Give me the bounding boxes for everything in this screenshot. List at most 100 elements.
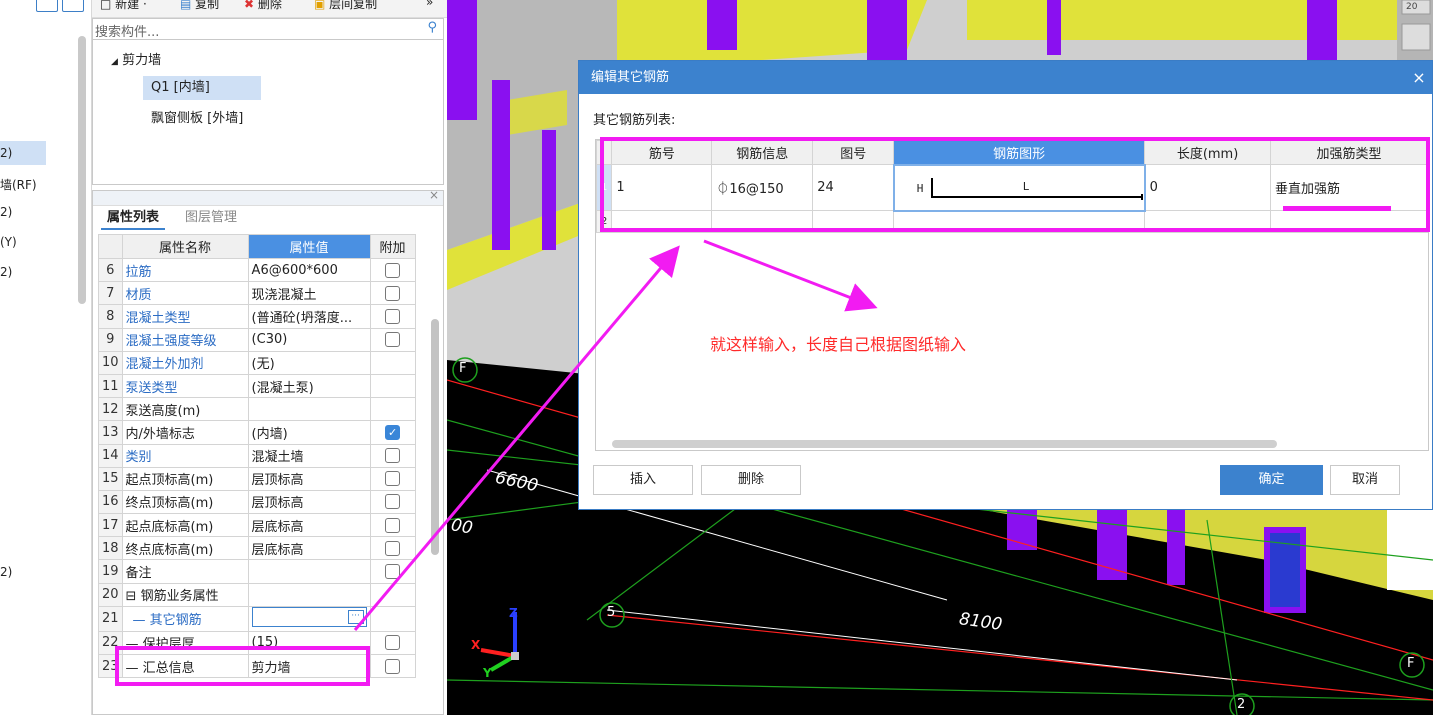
property-value-cell[interactable]: ··· — [247, 605, 371, 632]
checkbox[interactable] — [385, 332, 401, 348]
checkbox[interactable] — [385, 471, 401, 487]
toolbar-more-icon[interactable]: » — [426, 0, 433, 9]
property-value[interactable]: 现浇混凝土 — [252, 288, 317, 303]
property-value[interactable]: (内墙) — [252, 427, 288, 442]
tab-layer-management[interactable]: 图层管理 — [179, 206, 243, 230]
property-value[interactable]: (混凝土泵) — [252, 381, 314, 396]
row-number: 16 — [98, 489, 123, 515]
checkbox[interactable] — [385, 262, 401, 278]
property-value-cell[interactable]: 层底标高 — [247, 513, 371, 538]
property-row[interactable]: 10 混凝土外加剂 (无) — [98, 350, 416, 375]
property-value[interactable]: A6@600*600 — [252, 263, 338, 278]
left-item-4[interactable]: (Y) — [0, 235, 17, 249]
checkbox[interactable] — [385, 658, 401, 674]
property-value-cell[interactable]: 层顶标高 — [247, 466, 371, 491]
property-value-cell[interactable]: (内墙) — [247, 420, 371, 445]
property-value[interactable]: (C30) — [252, 332, 288, 347]
property-row[interactable]: 12 泵送高度(m) — [98, 397, 416, 422]
floor-copy-button[interactable]: ▣ 层间复制 — [314, 0, 377, 12]
property-row[interactable]: 16 终点顶标高(m) 层顶标高 — [98, 489, 416, 515]
property-value[interactable]: 层底标高 — [252, 543, 304, 558]
property-value-cell[interactable] — [247, 559, 371, 584]
property-value[interactable]: 层底标高 — [252, 520, 304, 535]
property-row[interactable]: 17 起点底标高(m) 层底标高 — [98, 513, 416, 538]
property-row[interactable]: 15 起点顶标高(m) 层顶标高 — [98, 466, 416, 491]
property-value-cell[interactable]: (C30) — [247, 327, 371, 352]
property-row[interactable]: 14 类别 混凝土墙 — [98, 443, 416, 468]
property-value-cell[interactable]: (无) — [247, 350, 371, 375]
property-value[interactable]: 层顶标高 — [252, 473, 304, 488]
close-icon[interactable]: × — [429, 188, 439, 202]
checkbox[interactable] — [385, 308, 401, 324]
property-value-cell[interactable]: 层顶标高 — [247, 489, 371, 515]
delete-button[interactable]: 删除 — [701, 465, 801, 495]
tree-group-shear-wall[interactable]: ◢ 剪力墙 — [111, 49, 161, 68]
property-row[interactable]: 6 拉筋 A6@600*600 — [98, 257, 416, 283]
property-row[interactable]: 9 混凝土强度等级 (C30) — [98, 327, 416, 352]
tree-item-bay-window-panel[interactable]: 飘窗侧板 [外墙] — [151, 107, 243, 126]
property-value-cell[interactable]: 混凝土墙 — [247, 443, 371, 468]
property-row[interactable]: 11 泵送类型 (混凝土泵) — [98, 373, 416, 399]
checkbox[interactable] — [385, 448, 401, 464]
other-rebar-list-label: 其它钢筋列表: — [593, 113, 676, 128]
cancel-button[interactable]: 取消 — [1330, 465, 1400, 495]
collapse-triangle-icon[interactable]: ◢ — [111, 57, 118, 67]
property-value-cell[interactable]: (混凝土泵) — [247, 373, 371, 399]
property-value-cell[interactable]: A6@600*600 — [247, 257, 371, 283]
highlight-box-rebar-row — [600, 137, 1430, 232]
checkbox[interactable] — [385, 564, 401, 580]
copy-button[interactable]: ▤ 复制 — [180, 0, 219, 12]
grid-horizontal-scrollbar[interactable] — [612, 440, 1277, 448]
checkbox[interactable] — [385, 285, 401, 301]
search-box[interactable]: 搜索构件... ⚲ — [92, 18, 444, 40]
ellipsis-button[interactable]: ··· — [347, 609, 364, 624]
property-value[interactable]: (无) — [252, 357, 275, 372]
property-value[interactable]: 层顶标高 — [252, 496, 304, 511]
copy-icon: ▤ — [180, 0, 192, 11]
property-row[interactable]: 21— 其它钢筋 ··· — [98, 605, 416, 632]
checkbox-checked[interactable]: ✓ — [385, 424, 401, 440]
property-name: 起点底标高(m) — [121, 513, 249, 538]
additional-cell — [369, 443, 416, 468]
left-item-6[interactable]: 2) — [0, 565, 12, 579]
property-value-cell[interactable]: 现浇混凝土 — [247, 281, 371, 306]
checkbox[interactable] — [385, 494, 401, 510]
checkbox[interactable] — [385, 635, 401, 651]
insert-button[interactable]: 插入 — [593, 465, 693, 495]
confirm-button[interactable]: 确定 — [1220, 465, 1323, 495]
property-row[interactable]: 19 备注 — [98, 559, 416, 584]
tree-item-q1[interactable]: Q1 [内墙] — [143, 76, 261, 100]
property-value-cell[interactable] — [247, 582, 371, 607]
panel-tool-button-1[interactable] — [36, 0, 58, 12]
property-value-cell[interactable]: (普通砼(坍落度... — [247, 304, 371, 329]
property-value[interactable]: (普通砼(坍落度... — [252, 311, 353, 326]
dialog-close-icon[interactable]: × — [1406, 61, 1432, 94]
property-row[interactable]: 20 ⊟ 钢筋业务属性 — [98, 582, 416, 607]
search-input[interactable]: 搜索构件... — [95, 21, 159, 40]
floor-copy-label: 层间复制 — [329, 0, 378, 11]
row-number: 9 — [98, 327, 123, 352]
checkbox[interactable] — [385, 540, 401, 556]
property-row[interactable]: 13 内/外墙标志 (内墙) ✓ — [98, 420, 416, 445]
panel-tool-button-2[interactable] — [62, 0, 84, 12]
properties-scrollbar[interactable] — [431, 319, 439, 555]
left-item-5[interactable]: 2) — [0, 265, 12, 279]
new-button[interactable]: □ 新建 · — [100, 0, 147, 12]
other-rebar-value-input[interactable]: ··· — [251, 607, 367, 627]
property-row[interactable]: 8 混凝土类型 (普通砼(坍落度... — [98, 304, 416, 329]
view-cube-number[interactable]: 20 — [1406, 2, 1417, 12]
property-row[interactable]: 18 终点底标高(m) 层底标高 — [98, 536, 416, 561]
checkbox[interactable] — [385, 517, 401, 533]
property-row[interactable]: 7 材质 现浇混凝土 — [98, 281, 416, 306]
left-item-2[interactable]: 墙(RF) — [0, 176, 37, 193]
tab-property-list[interactable]: 属性列表 — [101, 206, 166, 230]
left-item-1[interactable]: 2) — [0, 141, 46, 165]
property-value-cell[interactable]: 层底标高 — [247, 536, 371, 561]
left-scrollbar[interactable] — [78, 36, 86, 304]
additional-cell — [369, 397, 416, 422]
delete-button[interactable]: ✖ 删除 — [244, 0, 282, 12]
search-icon[interactable]: ⚲ — [427, 20, 437, 35]
property-value-cell[interactable] — [247, 397, 371, 422]
property-value[interactable]: 混凝土墙 — [252, 450, 304, 465]
left-item-3[interactable]: 2) — [0, 205, 12, 219]
